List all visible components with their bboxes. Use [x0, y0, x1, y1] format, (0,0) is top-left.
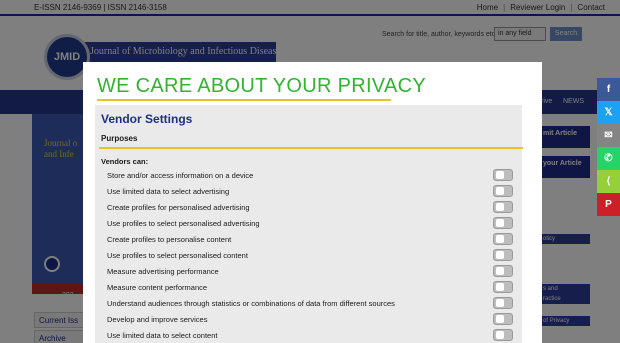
purpose-toggle[interactable]	[493, 233, 513, 245]
purpose-toggle[interactable]	[493, 169, 513, 181]
title-divider	[97, 99, 391, 101]
purpose-label: Use limited data to select advertising	[107, 187, 230, 196]
share-icon[interactable]: ⟨	[597, 170, 620, 193]
privacy-modal: WE CARE ABOUT YOUR PRIVACY Vendor Settin…	[83, 62, 542, 343]
purpose-row: Create profiles to personalise content	[107, 233, 515, 249]
purpose-row: Use profiles to select personalised adve…	[107, 217, 515, 233]
purpose-toggle[interactable]	[493, 217, 513, 229]
purpose-toggle[interactable]	[493, 297, 513, 309]
purpose-toggle[interactable]	[493, 281, 513, 293]
purpose-row: Use limited data to select content	[107, 329, 515, 343]
whatsapp-icon[interactable]: ✆	[597, 147, 620, 170]
purpose-row: Develop and improve services	[107, 313, 515, 329]
purpose-label: Develop and improve services	[107, 315, 208, 324]
vendor-settings-panel: Vendor Settings Purposes Vendors can: St…	[95, 105, 523, 343]
purpose-label: Understand audiences through statistics …	[107, 299, 395, 308]
purpose-row: Measure advertising performance	[107, 265, 515, 281]
modal-title: WE CARE ABOUT YOUR PRIVACY	[97, 75, 426, 97]
purpose-toggle[interactable]	[493, 201, 513, 213]
purpose-label: Create profiles to personalise content	[107, 235, 232, 244]
purpose-label: Use limited data to select content	[107, 331, 218, 340]
purpose-row: Understand audiences through statistics …	[107, 297, 515, 313]
facebook-icon[interactable]: f	[597, 78, 620, 101]
twitter-icon[interactable]: 𝕏	[597, 101, 620, 124]
purpose-row: Use limited data to select advertising	[107, 185, 515, 201]
purpose-toggle[interactable]	[493, 329, 513, 341]
purpose-label: Create profiles for personalised adverti…	[107, 203, 250, 212]
purpose-row: Measure content performance	[107, 281, 515, 297]
vendor-settings-heading: Vendor Settings	[101, 112, 193, 126]
purpose-label: Use profiles to select personalised adve…	[107, 219, 260, 228]
purposes-divider	[99, 147, 523, 149]
purpose-row: Create profiles for personalised adverti…	[107, 201, 515, 217]
purposes-label: Purposes	[101, 134, 138, 143]
purpose-row: Use profiles to select personalised cont…	[107, 249, 515, 265]
purpose-toggle[interactable]	[493, 249, 513, 261]
email-icon[interactable]: ✉	[597, 124, 620, 147]
purpose-label: Measure advertising performance	[107, 267, 219, 276]
purpose-label: Store and/or access information on a dev…	[107, 171, 254, 180]
purpose-row: Store and/or access information on a dev…	[107, 169, 515, 185]
purpose-toggle[interactable]	[493, 265, 513, 277]
purpose-label: Use profiles to select personalised cont…	[107, 251, 248, 260]
purpose-label: Measure content performance	[107, 283, 208, 292]
pinterest-icon[interactable]: P	[597, 193, 620, 216]
vendors-can-label: Vendors can:	[101, 157, 149, 166]
purpose-toggle[interactable]	[493, 313, 513, 325]
purpose-toggle[interactable]	[493, 185, 513, 197]
